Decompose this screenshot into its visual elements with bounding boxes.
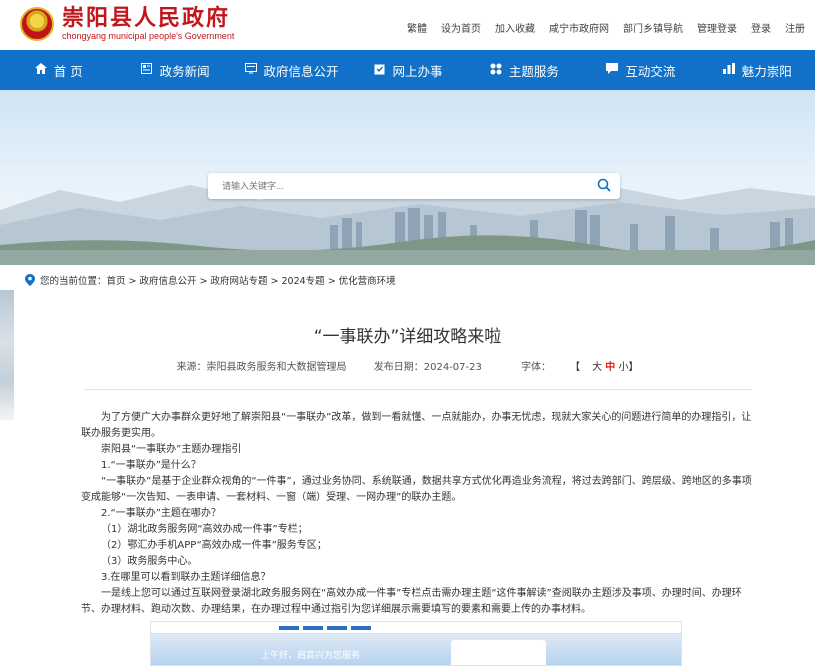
add-favorite-link[interactable]: 加入收藏 <box>495 20 535 35</box>
nav-item-label: 政务新闻 <box>159 63 210 79</box>
top-header: 崇阳县人民政府 chongyang municipal people's Gov… <box>0 0 815 50</box>
article-meta: 来源：崇阳县政务服务和大数据管理局 发布日期：2024-07-23 字体： 【大 … <box>0 358 815 373</box>
chat-icon <box>605 63 619 77</box>
set-homepage-link[interactable]: 设为首页 <box>441 20 481 35</box>
screenshot-header <box>151 622 681 634</box>
nav-item-interaction[interactable]: 互动交流 <box>582 50 698 90</box>
font-size-large-button[interactable]: 大 <box>592 362 602 373</box>
monitor-icon <box>244 63 258 77</box>
screenshot-card <box>451 640 546 665</box>
breadcrumb: 您的当前位置：首页 > 政府信息公开 > 政府网站专题 > 2024专题 > 优… <box>25 273 396 287</box>
article-paragraph: “一事联办”是基于企业群众视角的“一件事”，通过业务协同、系统联通，数据共享方式… <box>81 476 752 503</box>
nav-item-home[interactable]: 首 页 <box>0 50 116 90</box>
article-paragraph: 1.“一事联办”是什么？ <box>101 460 201 471</box>
nav-item-label: 首 页 <box>53 63 83 79</box>
article-paragraph: 2.“一事联办”主题在哪办？ <box>101 508 221 519</box>
nav-item-charm-chongyang[interactable]: 魅力崇阳 <box>699 50 815 90</box>
font-size-control: 字体： 【大 中 小】 <box>509 362 638 373</box>
article-paragraph: 崇阳县“一事联办”主题办理指引 <box>101 444 242 455</box>
nav-item-online-services[interactable]: 网上办事 <box>349 50 465 90</box>
grid-icon <box>489 63 503 78</box>
search-icon[interactable] <box>597 178 611 192</box>
location-pin-icon <box>25 274 35 286</box>
nav-item-label: 政府信息公开 <box>263 63 339 79</box>
site-logo[interactable]: 崇阳县人民政府 chongyang municipal people's Gov… <box>20 6 234 42</box>
nav-item-theme-services[interactable]: 主题服务 <box>466 50 582 90</box>
nav-item-info-disclosure[interactable]: 政府信息公开 <box>233 50 349 90</box>
nav-item-news[interactable]: 政务新闻 <box>116 50 232 90</box>
font-size-medium-button[interactable]: 中 <box>605 362 615 373</box>
search-box <box>208 173 620 199</box>
article-paragraph: （2）鄂汇办手机APP“高效办成一件事”服务专区； <box>101 540 327 551</box>
city-banner <box>0 90 815 265</box>
article-paragraph: 3.在哪里可以看到联办主题详细信息？ <box>101 572 271 583</box>
register-link[interactable]: 注册 <box>785 20 805 35</box>
font-bracket-open: 【 <box>575 362 581 373</box>
font-bracket-close: 】 <box>628 362 639 373</box>
nav-item-label: 魅力崇阳 <box>741 63 792 79</box>
national-emblem-icon <box>20 7 54 41</box>
article-title: “一事联办”详细攻略来啦 <box>313 327 502 347</box>
article-paragraph: （1）湖北政务服务网“高效办成一件事”专栏； <box>101 524 308 535</box>
nav-item-label: 互动交流 <box>625 63 676 79</box>
site-name-en: chongyang municipal people's Government <box>62 31 235 41</box>
screenshot-tabs <box>279 626 371 630</box>
article-paragraph: （3）政务服务中心。 <box>101 556 198 567</box>
home-icon <box>34 63 48 77</box>
login-link[interactable]: 登录 <box>751 20 771 35</box>
traditional-chinese-link[interactable]: 繁體 <box>407 20 427 35</box>
site-name: 崇阳县人民政府 <box>62 5 231 31</box>
clipboard-icon <box>372 63 386 78</box>
left-decorative-image <box>0 290 14 420</box>
article-date: 发布日期：2024-07-23 <box>373 362 482 373</box>
logo-text: 崇阳县人民政府 chongyang municipal people's Gov… <box>62 6 234 42</box>
screenshot-slogan: 上午好，肩高兴为您服务 <box>261 650 361 660</box>
article-source: 来源：崇阳县政务服务和大数据管理局 <box>176 362 347 373</box>
admin-login-link[interactable]: 管理登录 <box>697 20 737 35</box>
article-screenshot-image: 上午好，肩高兴为您服务 <box>150 621 682 666</box>
title-divider <box>84 389 752 390</box>
nav-item-label: 主题服务 <box>508 63 559 79</box>
chart-icon <box>722 63 736 77</box>
main-nav: 首 页 政务新闻 政府信息公开 网上办事 主题服务 互动交流 魅力崇阳 <box>0 50 815 90</box>
search-input[interactable] <box>208 173 578 199</box>
nav-item-label: 网上办事 <box>392 63 443 79</box>
article-paragraph: 一是线上您可以通过互联网登录湖北政务服务网在“高效办成一件事”专栏点击需办理主题… <box>81 588 742 615</box>
article-paragraph: 为了方便广大办事群众更好地了解崇阳县“一事联办”改革，做到一看就懂、一点就能办，… <box>81 412 752 439</box>
newspaper-icon <box>140 63 154 77</box>
xianning-gov-link[interactable]: 咸宁市政府网 <box>549 20 609 35</box>
font-size-small-button[interactable]: 小 <box>618 362 628 373</box>
department-nav-link[interactable]: 部门乡镇导航 <box>623 20 683 35</box>
top-links: 繁體 设为首页 加入收藏 咸宁市政府网 部门乡镇导航 管理登录 登录 注册 <box>407 20 805 35</box>
breadcrumb-text[interactable]: 您的当前位置：首页 > 政府信息公开 > 政府网站专题 > 2024专题 > 优… <box>40 273 396 287</box>
font-size-label: 字体： <box>521 362 552 373</box>
article-body: 为了方便广大办事群众更好地了解崇阳县“一事联办”改革，做到一看就懂、一点就能办，… <box>81 410 753 618</box>
